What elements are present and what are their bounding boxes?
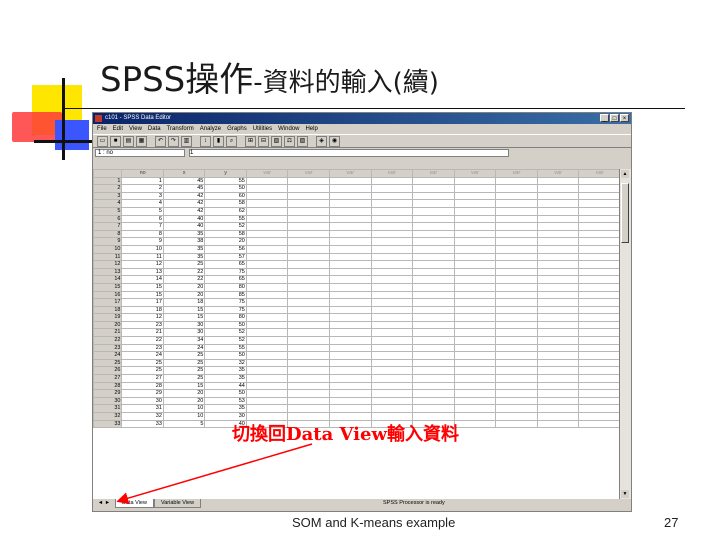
- slide-footer: SOM and K-means example: [292, 515, 456, 530]
- page-number: 27: [664, 515, 679, 530]
- callout-arrow: [116, 443, 313, 505]
